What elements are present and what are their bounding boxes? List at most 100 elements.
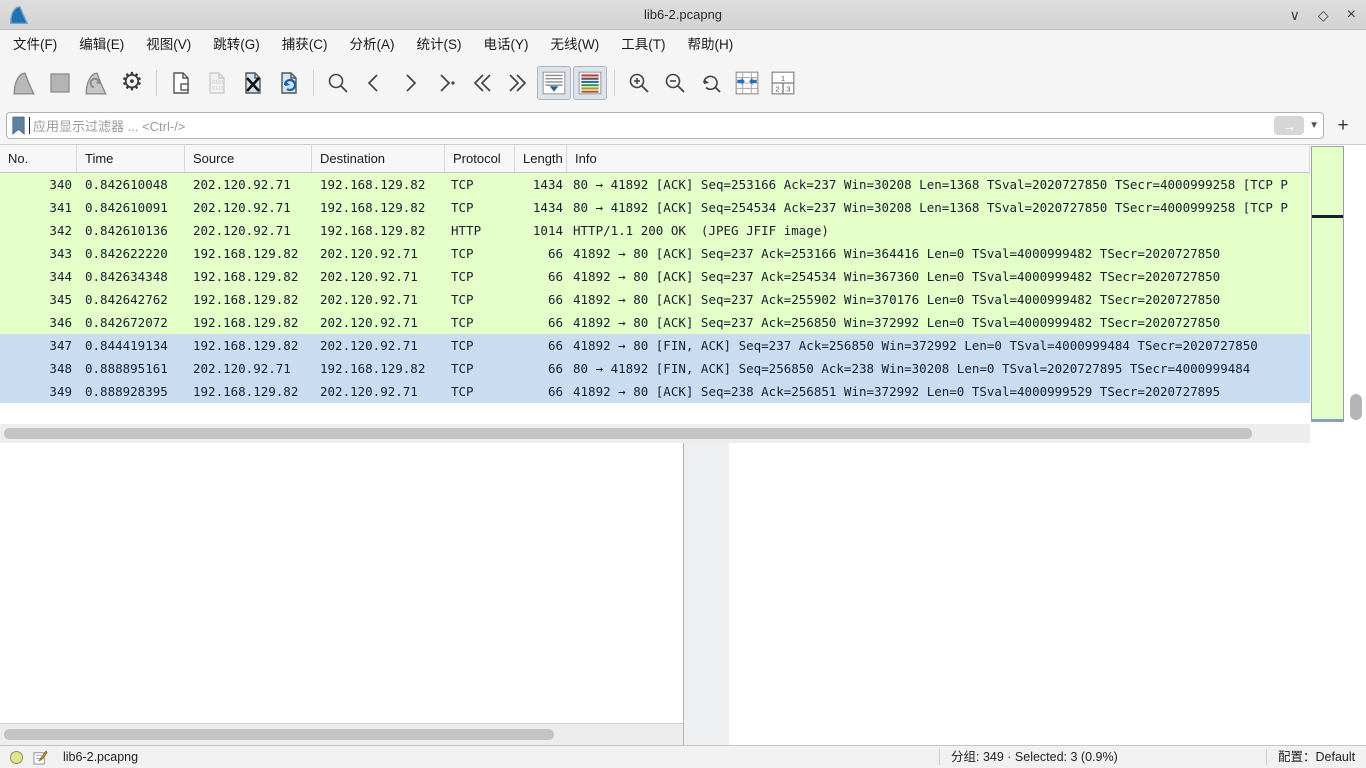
window-title: lib6-2.pcapng	[0, 7, 1366, 22]
auto-scroll-icon[interactable]	[537, 66, 571, 100]
hscrollbar-thumb[interactable]	[4, 428, 1252, 439]
main-toolbar: ⚙ 01010110	[0, 59, 1366, 106]
menu-edit[interactable]: 编辑(E)	[68, 30, 135, 59]
zoom-reset-icon[interactable]	[694, 66, 728, 100]
chevron-down-icon[interactable]: ▼	[1309, 120, 1319, 131]
menu-telephony[interactable]: 电话(Y)	[473, 30, 540, 59]
svg-text:1: 1	[781, 73, 785, 82]
find-packet-icon[interactable]	[321, 66, 355, 100]
status-separator	[1266, 749, 1267, 765]
packet-row[interactable]: 343 0.842622220 192.168.129.82 202.120.9…	[0, 242, 1310, 265]
column-header-source[interactable]: Source	[185, 145, 312, 172]
filter-bar: 应用显示过滤器 ... <Ctrl-/> → ▼ +	[0, 106, 1366, 145]
maximize-button[interactable]: ◇	[1318, 0, 1329, 30]
minimap-selection	[1312, 419, 1343, 421]
packet-row[interactable]: 341 0.842610091 202.120.92.71 192.168.12…	[0, 196, 1310, 219]
intelligent-scrollbar-minimap[interactable]	[1311, 146, 1344, 422]
minimize-button[interactable]: ∨	[1290, 0, 1300, 30]
cell-no: 349	[0, 380, 77, 403]
packet-list-hscrollbar[interactable]	[0, 424, 1310, 443]
details-hscrollbar[interactable]	[0, 723, 683, 745]
menu-view[interactable]: 视图(V)	[135, 30, 202, 59]
cell-length: 66	[515, 357, 567, 380]
open-file-icon[interactable]	[164, 66, 198, 100]
cell-no: 345	[0, 288, 77, 311]
cell-protocol: TCP	[445, 242, 515, 265]
menu-bar: 文件(F) 编辑(E) 视图(V) 跳转(G) 捕获(C) 分析(A) 统计(S…	[0, 30, 1366, 59]
column-header-length[interactable]: Length	[515, 145, 567, 172]
cell-time: 0.842642762	[77, 288, 185, 311]
packet-bytes-pane[interactable]	[729, 443, 1366, 745]
cell-source: 192.168.129.82	[185, 311, 312, 334]
apply-filter-button[interactable]: →	[1274, 116, 1304, 135]
svg-text:3: 3	[786, 84, 790, 93]
bookmark-icon[interactable]	[11, 116, 26, 135]
cell-source: 202.120.92.71	[185, 219, 312, 242]
packet-row[interactable]: 346 0.842672072 192.168.129.82 202.120.9…	[0, 311, 1310, 334]
cell-protocol: TCP	[445, 265, 515, 288]
reload-file-icon[interactable]	[272, 66, 306, 100]
cell-destination: 192.168.129.82	[312, 173, 445, 196]
menu-file[interactable]: 文件(F)	[2, 30, 68, 59]
cell-length: 66	[515, 311, 567, 334]
menu-capture[interactable]: 捕获(C)	[271, 30, 339, 59]
layout-icon[interactable]: 123	[766, 66, 800, 100]
capture-options-icon[interactable]: ⚙	[115, 66, 149, 100]
go-to-packet-icon[interactable]	[429, 66, 463, 100]
menu-analyze[interactable]: 分析(A)	[339, 30, 406, 59]
packet-row[interactable]: 345 0.842642762 192.168.129.82 202.120.9…	[0, 288, 1310, 311]
packet-details-pane[interactable]	[0, 443, 684, 745]
menu-go[interactable]: 跳转(G)	[202, 30, 271, 59]
resize-columns-icon[interactable]	[730, 66, 764, 100]
cell-no: 344	[0, 265, 77, 288]
zoom-in-icon[interactable]	[622, 66, 656, 100]
menu-wireless[interactable]: 无线(W)	[540, 30, 611, 59]
expert-info-icon[interactable]	[10, 751, 23, 764]
cell-protocol: TCP	[445, 334, 515, 357]
packet-row[interactable]: 342 0.842610136 202.120.92.71 192.168.12…	[0, 219, 1310, 242]
go-first-icon[interactable]	[465, 66, 499, 100]
cell-destination: 202.120.92.71	[312, 242, 445, 265]
colorize-icon[interactable]	[573, 66, 607, 100]
column-header-info[interactable]: Info	[567, 145, 1310, 172]
go-forward-icon[interactable]	[393, 66, 427, 100]
status-file-name[interactable]: lib6-2.pcapng	[63, 746, 138, 768]
packet-row[interactable]: 348 0.888895161 202.120.92.71 192.168.12…	[0, 357, 1310, 380]
display-filter-input[interactable]: 应用显示过滤器 ... <Ctrl-/> → ▼	[6, 112, 1324, 139]
status-packet-count: 分组: 349 · Selected: 3 (0.9%)	[951, 746, 1118, 768]
column-header-destination[interactable]: Destination	[312, 145, 445, 172]
cell-source: 192.168.129.82	[185, 242, 312, 265]
column-header-no[interactable]: No.	[0, 145, 77, 172]
add-filter-button[interactable]: +	[1328, 112, 1358, 139]
column-header-time[interactable]: Time	[77, 145, 185, 172]
stop-capture-icon[interactable]	[43, 66, 77, 100]
capture-comment-icon[interactable]	[33, 750, 48, 765]
packet-row[interactable]: 340 0.842610048 202.120.92.71 192.168.12…	[0, 173, 1310, 196]
cell-destination: 192.168.129.82	[312, 196, 445, 219]
cell-protocol: TCP	[445, 357, 515, 380]
column-header-protocol[interactable]: Protocol	[445, 145, 515, 172]
cell-protocol: TCP	[445, 311, 515, 334]
status-profile[interactable]: 配置：Default	[1278, 746, 1355, 768]
details-hscrollbar-thumb[interactable]	[4, 729, 554, 740]
close-button[interactable]: ×	[1347, 0, 1356, 30]
restart-capture-icon[interactable]	[79, 66, 113, 100]
menu-help[interactable]: 帮助(H)	[676, 30, 744, 59]
close-file-icon[interactable]	[236, 66, 270, 100]
cell-info: 80 → 41892 [FIN, ACK] Seq=256850 Ack=238…	[567, 357, 1310, 380]
cell-length: 66	[515, 334, 567, 357]
menu-statistics[interactable]: 统计(S)	[406, 30, 473, 59]
packet-row[interactable]: 349 0.888928395 192.168.129.82 202.120.9…	[0, 380, 1310, 403]
packet-row[interactable]: 347 0.844419134 192.168.129.82 202.120.9…	[0, 334, 1310, 357]
cell-length: 1014	[515, 219, 567, 242]
zoom-out-icon[interactable]	[658, 66, 692, 100]
packet-row[interactable]: 344 0.842634348 192.168.129.82 202.120.9…	[0, 265, 1310, 288]
go-last-icon[interactable]	[501, 66, 535, 100]
menu-tools[interactable]: 工具(T)	[610, 30, 676, 59]
vertical-scrollbar-thumb[interactable]	[1350, 394, 1362, 420]
cell-length: 66	[515, 242, 567, 265]
go-back-icon[interactable]	[357, 66, 391, 100]
pane-splitter[interactable]	[684, 443, 729, 745]
save-file-icon[interactable]: 01010110	[200, 66, 234, 100]
start-capture-icon[interactable]	[7, 66, 41, 100]
